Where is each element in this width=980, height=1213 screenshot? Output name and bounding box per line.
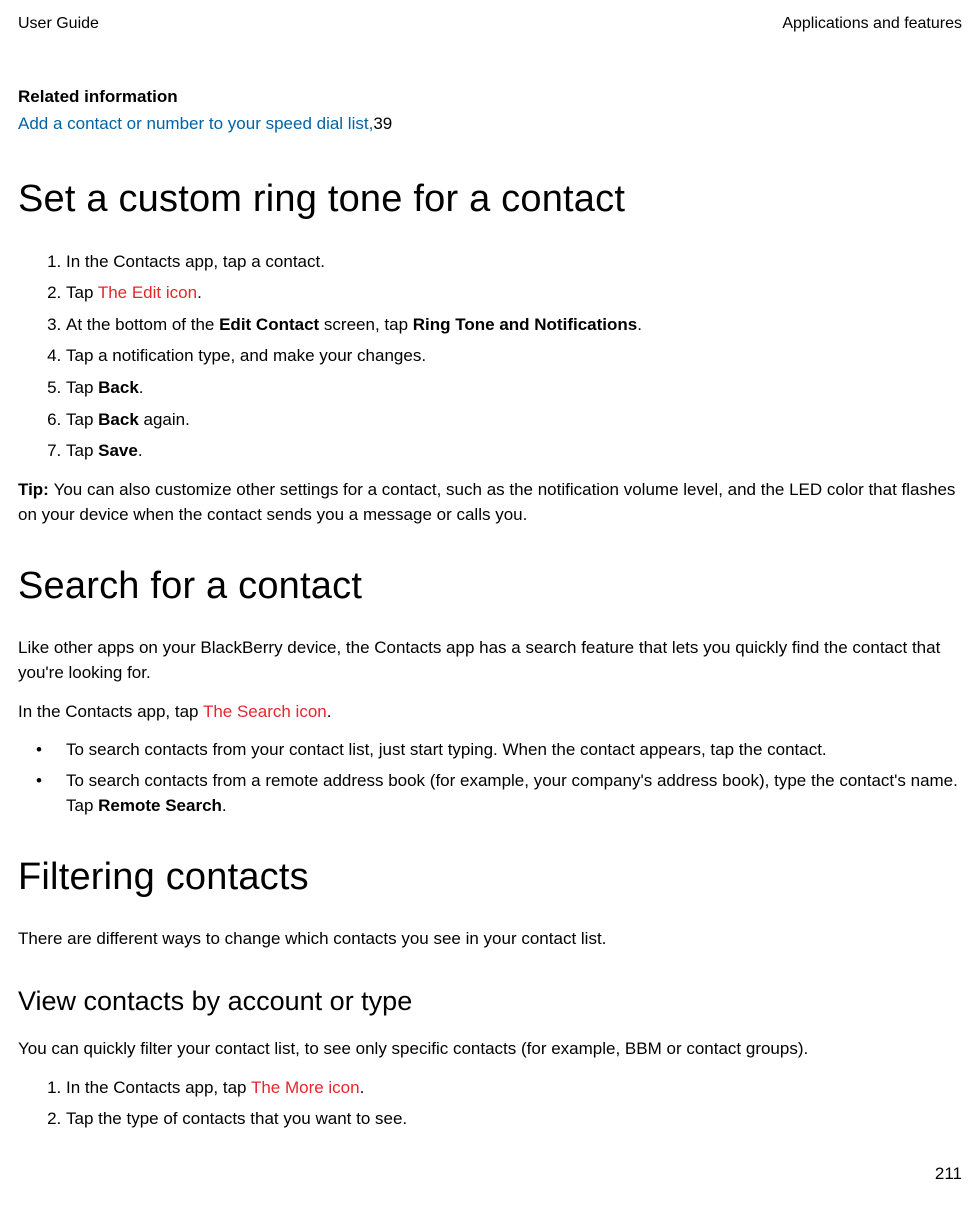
step-5: Tap Back. xyxy=(66,376,962,401)
subsection-heading-view-by-account: View contacts by account or type xyxy=(18,982,962,1021)
view-by-account-steps: In the Contacts app, tap The More icon. … xyxy=(18,1076,962,1132)
section-heading-search: Search for a contact xyxy=(18,559,962,614)
step-7: Tap Save. xyxy=(66,439,962,464)
related-info-heading: Related information xyxy=(18,85,962,110)
search-instruction: In the Contacts app, tap The Search icon… xyxy=(18,700,962,725)
header-right: Applications and features xyxy=(782,12,962,35)
step-6: Tap Back again. xyxy=(66,408,962,433)
tip-text: You can also customize other settings fo… xyxy=(18,480,955,524)
more-icon: The More icon xyxy=(251,1078,360,1097)
filter-step-2: Tap the type of contacts that you want t… xyxy=(66,1107,962,1132)
step-2: Tap The Edit icon. xyxy=(66,281,962,306)
related-info-line: Add a contact or number to your speed di… xyxy=(18,112,962,137)
ringtone-steps: In the Contacts app, tap a contact. Tap … xyxy=(18,250,962,464)
filtering-intro: There are different ways to change which… xyxy=(18,927,962,952)
section-heading-filtering: Filtering contacts xyxy=(18,850,962,905)
tip-paragraph: Tip: You can also customize other settin… xyxy=(18,478,962,527)
section-heading-ringtone: Set a custom ring tone for a contact xyxy=(18,172,962,227)
related-link-page: 39 xyxy=(373,114,392,133)
search-bullets: To search contacts from your contact lis… xyxy=(18,738,962,818)
filter-step-1: In the Contacts app, tap The More icon. xyxy=(66,1076,962,1101)
tip-label: Tip: xyxy=(18,480,54,499)
step-1: In the Contacts app, tap a contact. xyxy=(66,250,962,275)
search-intro: Like other apps on your BlackBerry devic… xyxy=(18,636,962,685)
header-left: User Guide xyxy=(18,12,99,35)
view-by-account-intro: You can quickly filter your contact list… xyxy=(18,1037,962,1062)
edit-icon: The Edit icon xyxy=(98,283,197,302)
search-bullet-1: To search contacts from your contact lis… xyxy=(36,738,962,763)
related-link[interactable]: Add a contact or number to your speed di… xyxy=(18,114,373,133)
step-4: Tap a notification type, and make your c… xyxy=(66,344,962,369)
search-bullet-2: To search contacts from a remote address… xyxy=(36,769,962,818)
page-number: 211 xyxy=(935,1162,962,1187)
page-header: User Guide Applications and features xyxy=(18,12,962,35)
step-3: At the bottom of the Edit Contact screen… xyxy=(66,313,962,338)
search-icon: The Search icon xyxy=(203,702,327,721)
